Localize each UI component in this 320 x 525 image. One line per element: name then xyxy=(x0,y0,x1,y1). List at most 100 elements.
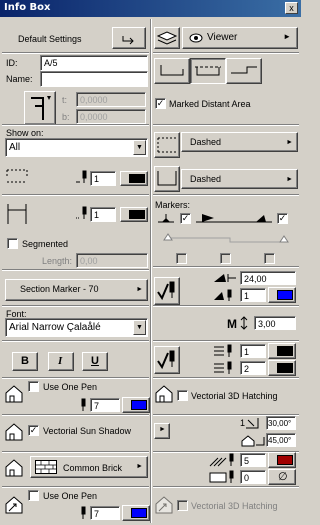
fill-pattern-popup[interactable]: Common Brick ► xyxy=(30,456,148,478)
name-field[interactable] xyxy=(40,71,148,87)
segmented-label: Segmented xyxy=(22,239,69,249)
length-field: 0,00 xyxy=(76,253,148,268)
text-pen-1-icon xyxy=(212,344,238,358)
show-on-select[interactable]: All ▼ xyxy=(5,138,148,157)
color-swatch xyxy=(277,346,293,356)
use-one-pen-1-checkbox[interactable] xyxy=(28,381,39,392)
marker-left-icon xyxy=(156,212,176,224)
vectorial-3d-hatching-1-checkbox[interactable] xyxy=(177,390,188,401)
color-swatch xyxy=(277,290,293,300)
b-label: b: xyxy=(62,112,70,122)
marker-shape-button[interactable] xyxy=(24,91,56,125)
section-marker-icon xyxy=(31,96,51,120)
fill-pen-1-color[interactable] xyxy=(268,452,296,468)
divider xyxy=(153,486,299,488)
underline-button[interactable]: U xyxy=(82,352,108,371)
hatch-pen-1-color[interactable] xyxy=(122,397,150,413)
vectorial-3d-hatching-1-label: Vectorial 3D Hatching xyxy=(191,391,278,401)
marker-left-checkbox[interactable]: ✓ xyxy=(180,213,191,224)
divider xyxy=(153,194,299,196)
brick-pattern-icon xyxy=(35,460,57,474)
divider xyxy=(2,305,149,307)
hatch-pen-1-field[interactable]: 7 xyxy=(90,398,120,412)
sun-angle-2-field[interactable]: 45,00° xyxy=(266,433,296,447)
vectorial-sun-shadow-checkbox[interactable]: ✓ xyxy=(28,425,39,436)
line-pen-1-field[interactable]: 1 xyxy=(90,171,116,186)
hatch-pen-2-field[interactable]: 7 xyxy=(90,506,120,520)
text-pen-2-field[interactable]: 2 xyxy=(240,361,266,375)
layers-icon xyxy=(156,31,178,45)
fill-pen-2-color[interactable]: ∅ xyxy=(268,469,296,485)
italic-label: I xyxy=(58,355,63,367)
font-select[interactable]: Arial Narrow Çalaålé ▼ xyxy=(5,318,148,337)
marker-line-icon xyxy=(194,212,274,224)
fill-pen-1-field[interactable]: 5 xyxy=(240,453,266,467)
marked-distant-area-checkbox[interactable]: ✓ xyxy=(155,98,166,109)
section-marker-popup[interactable]: Section Marker - 70 ► xyxy=(5,279,148,301)
use-one-pen-2-checkbox[interactable] xyxy=(28,490,39,501)
marker-size-field[interactable]: 24,00 xyxy=(240,271,296,285)
layer-view-button[interactable] xyxy=(154,27,180,49)
line-type-2-popup[interactable]: Dashed ► xyxy=(181,169,298,189)
segmented-checkbox[interactable] xyxy=(7,238,18,249)
markers-label: Markers: xyxy=(155,200,191,210)
marker-pen-toggle[interactable] xyxy=(154,277,180,305)
divider xyxy=(2,269,149,271)
line-end-option-1[interactable] xyxy=(154,58,190,84)
sun-angle-2-icon xyxy=(240,433,266,447)
show-on-label: Show on: xyxy=(6,128,44,138)
line-end-option-2[interactable] xyxy=(190,58,226,84)
hatch-pen-2-color[interactable] xyxy=(122,505,150,521)
text-pen-1-color[interactable] xyxy=(268,343,296,359)
text-pen-toggle[interactable] xyxy=(154,346,180,374)
divider xyxy=(2,486,149,488)
default-settings-button[interactable] xyxy=(112,27,146,49)
line-type-2-icon-button[interactable] xyxy=(154,166,180,192)
id-field[interactable]: A/5 xyxy=(40,55,148,71)
marker-size-icon xyxy=(212,272,238,284)
t-label: t: xyxy=(62,95,68,105)
divider xyxy=(153,266,299,268)
house-arrow-icon xyxy=(4,495,24,515)
bold-button[interactable]: B xyxy=(12,352,38,371)
line-type-1-popup[interactable]: Dashed ► xyxy=(181,132,298,152)
divider xyxy=(2,377,149,379)
use-one-pen-2-label: Use One Pen xyxy=(43,491,98,501)
line-type-1-icon-button[interactable] xyxy=(154,132,180,158)
divider xyxy=(153,124,299,126)
line-shape-icon xyxy=(157,171,177,186)
marker-pen-field[interactable]: 1 xyxy=(240,288,266,302)
color-swatch xyxy=(131,508,147,518)
divider xyxy=(2,340,149,342)
text-size-icon: M xyxy=(227,316,251,330)
text-size-field[interactable]: 3,00 xyxy=(254,316,296,330)
divider xyxy=(153,340,299,342)
line-pen-1-color[interactable] xyxy=(120,171,148,186)
italic-button[interactable]: I xyxy=(48,352,74,371)
divider xyxy=(2,451,149,453)
viewer-button[interactable]: Viewer ► xyxy=(182,27,298,49)
sun-shadow-arrow-button[interactable]: ► xyxy=(154,423,170,439)
marker-option-2-checkbox xyxy=(220,253,231,264)
fill-pen-2-field[interactable]: 0 xyxy=(240,470,266,484)
svg-text:1: 1 xyxy=(240,418,245,428)
dashed-line-icon xyxy=(157,137,176,153)
line-pen-2-color[interactable] xyxy=(120,207,148,222)
line-pen-2-icon xyxy=(5,202,29,226)
name-label: Name: xyxy=(6,74,33,84)
chevron-right-icon: ► xyxy=(283,32,291,41)
sun-angle-1-field[interactable]: 30,00° xyxy=(266,416,296,430)
marker-right-checkbox[interactable]: ✓ xyxy=(277,213,288,224)
text-pen-1-field[interactable]: 1 xyxy=(240,344,266,358)
underline-label: U xyxy=(91,355,99,367)
line-pen-2-field[interactable]: 1 xyxy=(90,207,116,222)
house-arrow-icon xyxy=(154,495,174,515)
marker-slider-track[interactable] xyxy=(160,232,292,244)
check-pen-icon xyxy=(157,350,175,370)
line-end-option-3[interactable] xyxy=(226,58,262,84)
chevron-right-icon: ► xyxy=(286,176,293,183)
text-pen-2-color[interactable] xyxy=(268,360,296,376)
marked-distant-area-label: Marked Distant Area xyxy=(169,99,251,109)
close-button[interactable]: x xyxy=(285,2,298,14)
marker-pen-color[interactable] xyxy=(268,287,296,303)
